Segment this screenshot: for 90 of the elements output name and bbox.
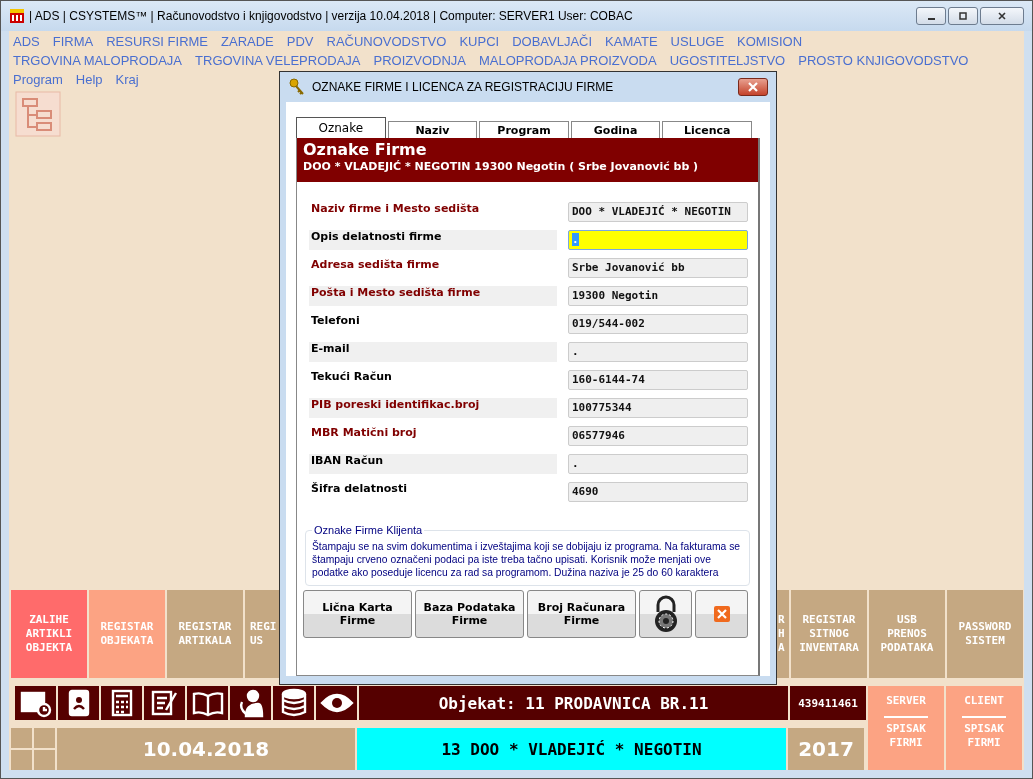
minimize-button[interactable] (916, 7, 946, 25)
dialog-title: OZNAKE FIRME I LICENCA ZA REGISTRACIJU FIRME (312, 80, 614, 94)
menu-item[interactable]: RESURSI FIRME (106, 34, 209, 49)
close-icon (997, 11, 1007, 21)
input-field[interactable]: 019/544-002 (568, 314, 748, 334)
menu-item[interactable]: USLUGE (670, 34, 725, 49)
field-label: Naziv firme i Mesto sedišta (310, 202, 481, 217)
app-icon (9, 8, 25, 24)
field-label: Opis delatnosti firme (309, 230, 557, 250)
menu-item[interactable]: ADS (13, 34, 40, 49)
menu-item[interactable]: TRGOVINA VELEPRODAJA (195, 53, 361, 68)
input-field[interactable]: . (568, 342, 748, 362)
menu-tile[interactable]: ZALIHE ARTIKLI OBJEKTA (11, 590, 87, 678)
side-tile[interactable]: CLIENT SPISAK FIRMI (946, 686, 1022, 770)
menu-item[interactable]: DOBAVLJAČI (512, 34, 593, 49)
menu-item[interactable]: MALOPRODAJA PROIZVODA (478, 53, 657, 68)
tab[interactable]: Godina (570, 121, 661, 138)
restore-icon (958, 11, 968, 21)
input-field[interactable]: 4690 (568, 482, 748, 502)
input-field[interactable]: 160-6144-74 (568, 370, 748, 390)
action-button[interactable]: Broj Računara Firme (527, 590, 636, 638)
menu-item[interactable]: RAČUNOVODSTVO (326, 34, 447, 49)
close-icon (747, 82, 759, 92)
field-label: Adresa sedišta firme (310, 258, 441, 273)
database-icon[interactable] (273, 686, 314, 720)
edit-document-icon[interactable] (144, 686, 185, 720)
menu-item[interactable]: FIRMA (52, 34, 94, 49)
menu-item[interactable]: Program (13, 72, 63, 87)
window-title: | ADS | CSYSTEMS™ | Računovodstvo i knjigovodstvo | verzija 10.04.2018 | Computer: SERVER1 User: COBAC (29, 9, 633, 23)
input-field[interactable]: 06577946 (568, 426, 748, 446)
close-icon (713, 606, 730, 622)
menu-item[interactable]: PROSTO KNJIGOVODSTVO (798, 53, 969, 68)
menu-item[interactable]: ZARADE (221, 34, 274, 49)
menu-item[interactable]: KOMISION (737, 34, 803, 49)
side-tile[interactable]: SERVER SPISAK FIRMI (868, 686, 944, 770)
menu-item[interactable]: UGOSTITELJSTVO (669, 53, 786, 68)
group-title: Oznake Firme Klijenta (313, 524, 424, 536)
calculator-icon[interactable] (101, 686, 142, 720)
calendar-clock-icon[interactable] (15, 686, 56, 720)
header-subtitle: DOO * VLADEJIĆ * NEGOTIN 19300 Negotin ( Srbe Jovanović bb ) (303, 159, 700, 175)
menu-item[interactable]: Kraj (115, 72, 139, 87)
field-label: Telefoni (310, 314, 361, 329)
field-label: Šifra delatnosti (310, 482, 408, 497)
lock-button[interactable] (639, 590, 692, 638)
menu-item[interactable]: Help (75, 72, 103, 87)
menu-tile[interactable]: REGISTAR OBJEKATA (89, 590, 165, 678)
restore-button[interactable] (948, 7, 978, 25)
tab[interactable]: Licenca (662, 121, 752, 138)
firm-label: 13 DOO * VLADEJIĆ * NEGOTIN (357, 728, 786, 770)
info-text: Štampaju se na svim dokumentima i izveštajima koji se dobijaju iz programa. Na fakturama se štampaju crveno označeni podaci pa iste treba tačno upisati. Korisnik može menjati ove podatke ako poseduje licencu za rad sa programom. Dužina naziva je 25 do 60 karaktera (312, 540, 742, 579)
header-title: Oznake Firme (303, 140, 428, 159)
menu-tile[interactable]: PASSWORD SISTEM (947, 590, 1023, 678)
tab[interactable]: Oznake (296, 117, 386, 138)
input-field[interactable]: . (568, 454, 748, 474)
menu-tile[interactable]: R H A (777, 590, 789, 678)
input-field[interactable]: 100775344 (568, 398, 748, 418)
menu-tile[interactable]: REGI US (245, 590, 279, 678)
year-label: 2017 (788, 728, 864, 770)
tab[interactable]: Program (479, 121, 569, 138)
book-icon[interactable] (187, 686, 228, 720)
field-label: E-mail (309, 342, 557, 362)
menu-item[interactable]: KAMATE (605, 34, 658, 49)
field-label: Pošta i Mesto sedišta firme (309, 286, 557, 306)
field-label: PIB poreski identifikac.broj (309, 398, 557, 418)
menu-tile[interactable]: REGISTAR SITNOG INVENTARA (791, 590, 867, 678)
action-button[interactable]: Lična Karta Firme (303, 590, 412, 638)
input-field[interactable]: DOO * VLADEJIĆ * NEGOTIN (568, 202, 748, 222)
field-label: IBAN Račun (309, 454, 557, 474)
menu-item[interactable]: PROIZVODNJA (373, 53, 466, 68)
tab[interactable]: Naziv (387, 121, 478, 138)
person-phone-icon[interactable] (230, 686, 271, 720)
grid-icon (11, 728, 55, 770)
store-label: Objekat: 11 PRODAVNICA BR.11 (359, 686, 788, 720)
close-button[interactable] (738, 78, 768, 96)
code-label: 439411461 (790, 686, 866, 720)
menu-tile[interactable]: USB PRENOS PODATAKA (869, 590, 945, 678)
input-field[interactable]: . (568, 230, 748, 250)
menu-item[interactable]: PDV (286, 34, 314, 49)
minimize-icon (927, 18, 935, 20)
input-field[interactable]: 19300 Negotin (568, 286, 748, 306)
menu-item[interactable]: KUPCI (459, 34, 500, 49)
menu-tile[interactable]: REGISTAR ARTIKALA (167, 590, 243, 678)
contact-book-icon[interactable] (58, 686, 99, 720)
action-button[interactable]: Baza Podataka Firme (415, 590, 524, 638)
field-label: Tekući Račun (310, 370, 393, 385)
eye-icon[interactable] (316, 686, 357, 720)
field-label: MBR Matični broj (310, 426, 418, 441)
input-field[interactable]: Srbe Jovanović bb (568, 258, 748, 278)
date-label: 10.04.2018 (57, 728, 355, 770)
menu-item[interactable]: TRGOVINA MALOPRODAJA (13, 53, 183, 68)
